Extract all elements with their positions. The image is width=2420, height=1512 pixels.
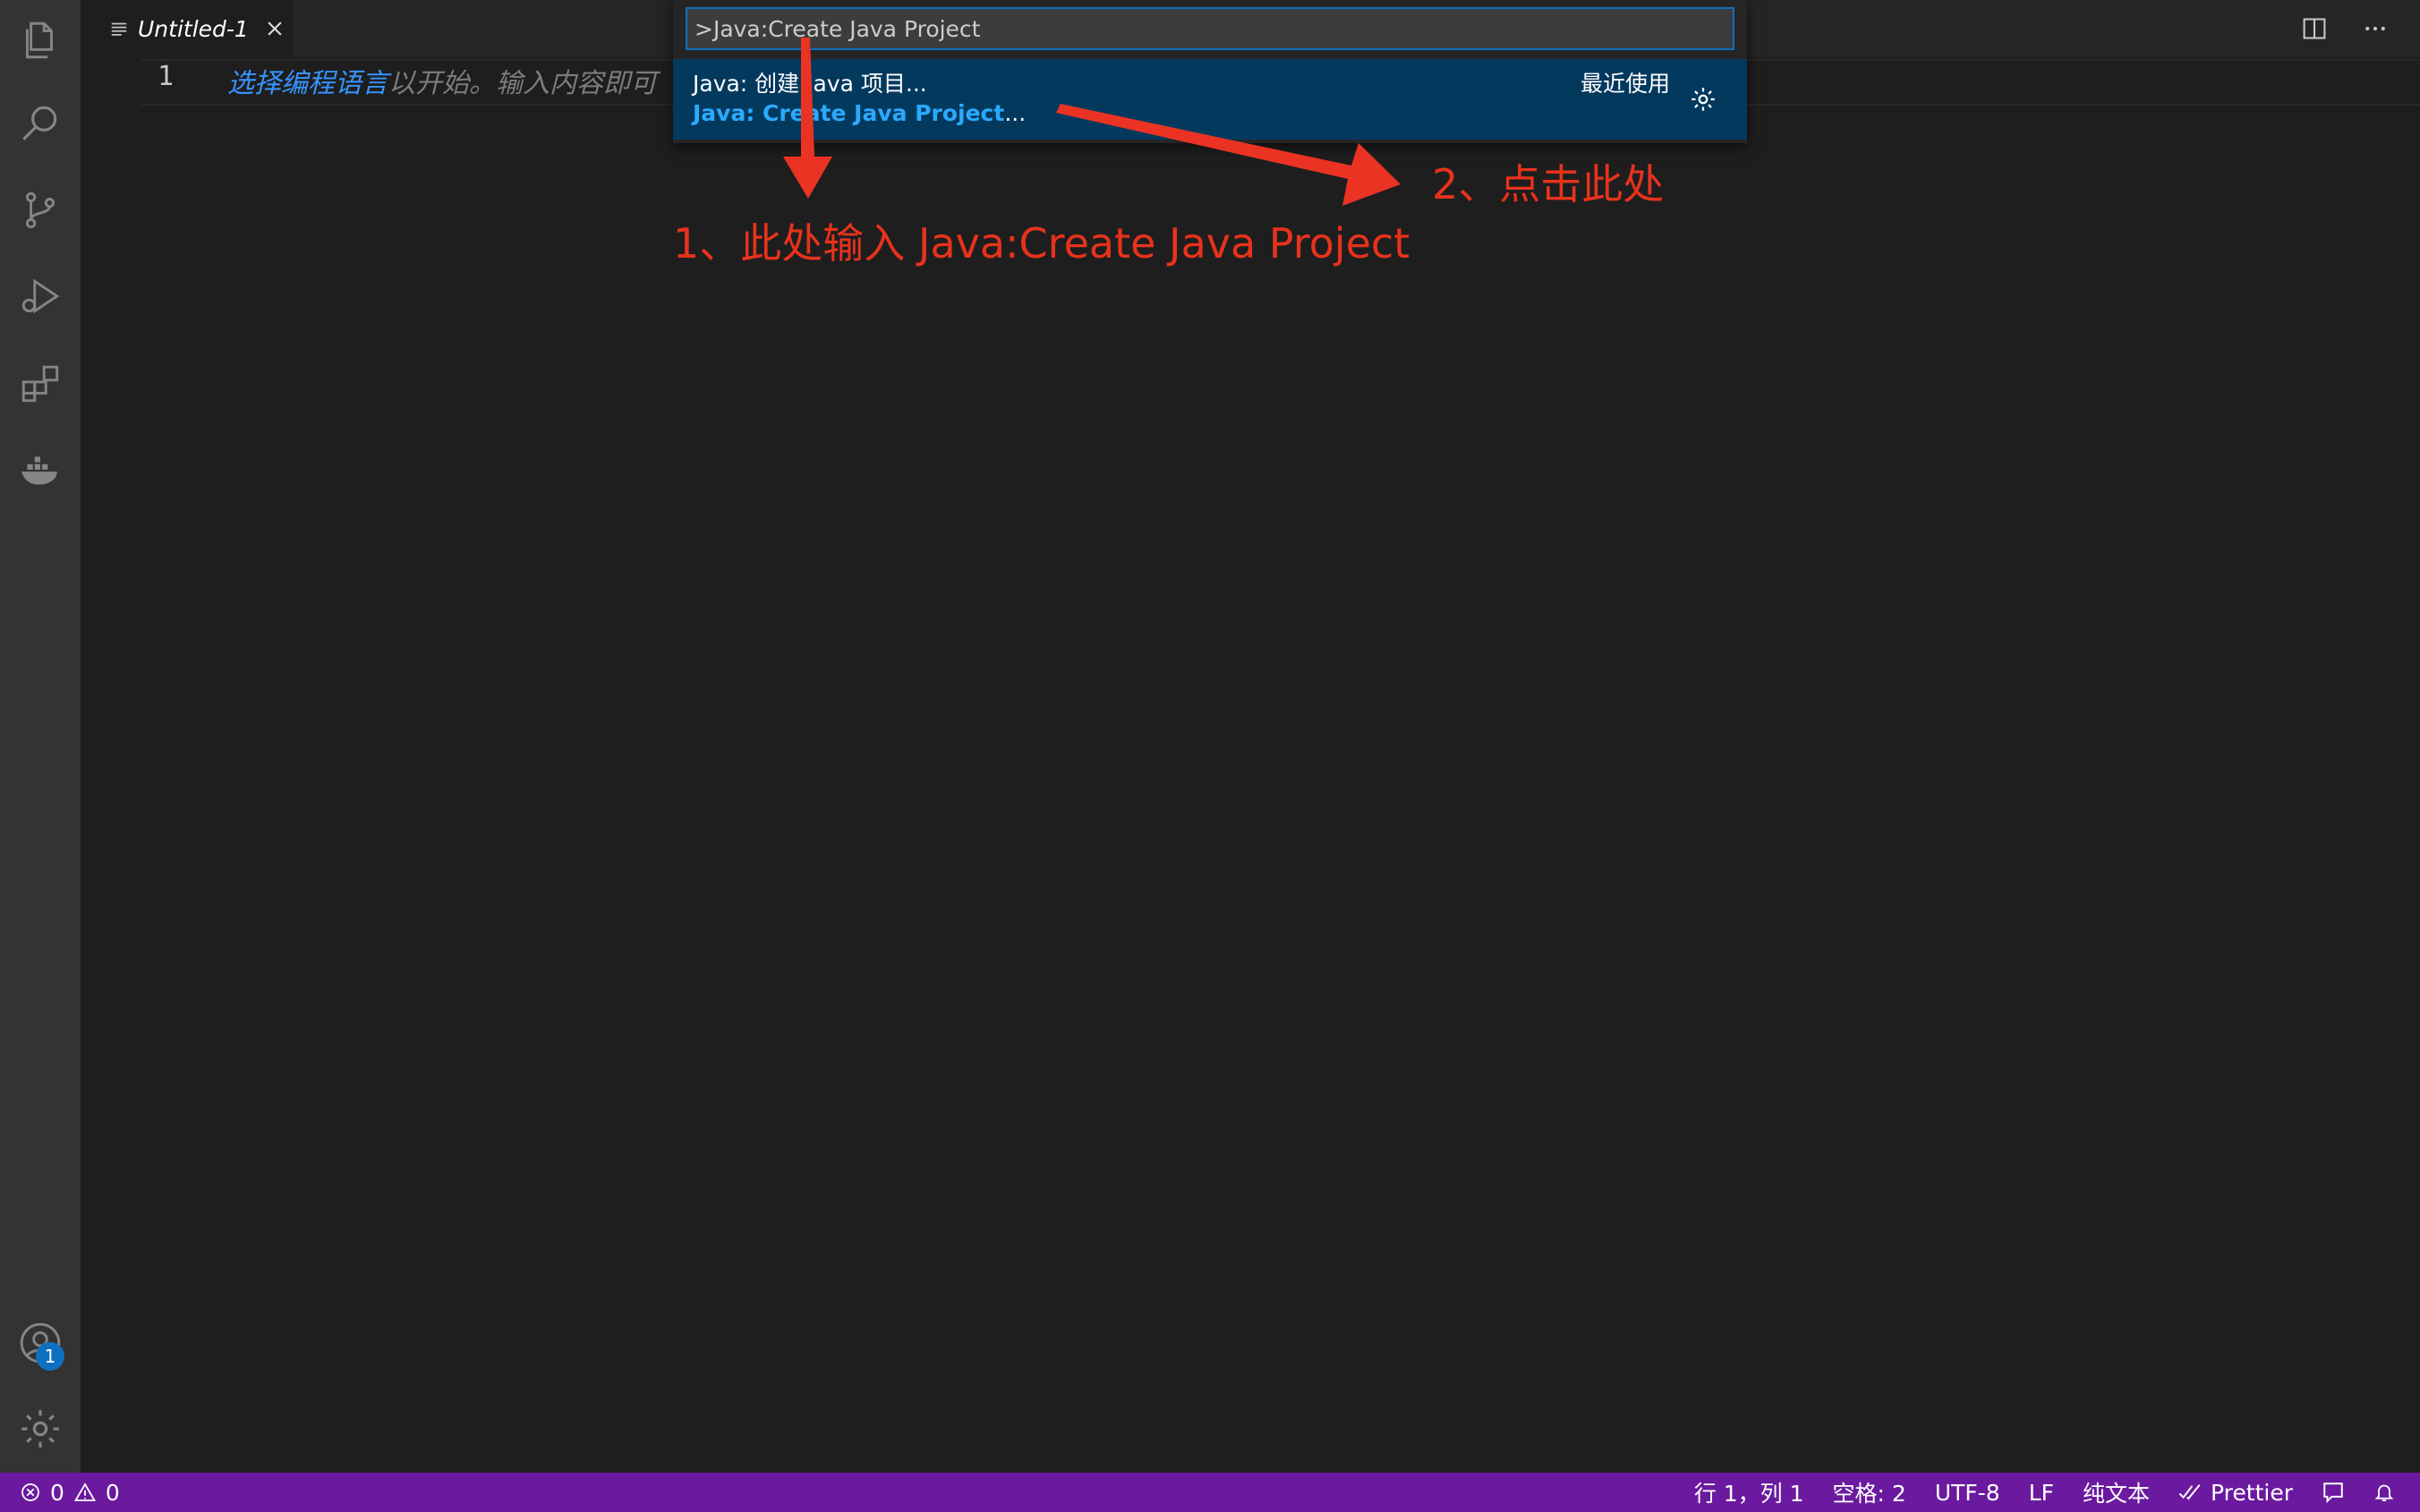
docker-button[interactable] xyxy=(0,429,81,510)
more-icon xyxy=(2365,26,2385,31)
search-icon xyxy=(22,106,57,140)
source-control-button[interactable] xyxy=(0,170,81,251)
notifications-button[interactable] xyxy=(2373,1481,2395,1504)
status-bar-right: 行 1，列 1 空格: 2 UTF-8 LF 纯文本 Prettier xyxy=(1694,1473,2395,1512)
tab-untitled-1[interactable]: Untitled-1 xyxy=(81,0,294,57)
encoding[interactable]: UTF-8 xyxy=(1935,1480,2000,1506)
run-debug-icon xyxy=(21,278,60,314)
annotation-step-2: 2、点击此处 xyxy=(1432,160,1665,208)
command-title: Java: 创建 Java 项目... xyxy=(693,71,927,97)
feedback-icon xyxy=(2323,1482,2343,1504)
close-icon[interactable] xyxy=(265,19,285,38)
more-actions-button[interactable] xyxy=(2357,11,2393,47)
source-control-icon xyxy=(25,191,55,229)
run-debug-button[interactable] xyxy=(0,256,81,336)
command-palette: >Java:Create Java Project Java: 创建 Java … xyxy=(673,0,1747,143)
search-button[interactable] xyxy=(0,82,81,163)
prettier-label: Prettier xyxy=(2211,1479,2293,1506)
warning-icon xyxy=(73,1482,96,1501)
docker-icon xyxy=(21,456,57,485)
error-count: 0 xyxy=(50,1479,64,1506)
gear-icon xyxy=(21,1410,59,1448)
text-file-icon xyxy=(111,22,127,36)
manage-button[interactable] xyxy=(0,1389,81,1469)
split-editor-icon xyxy=(2303,18,2326,39)
split-editor-button[interactable] xyxy=(2296,11,2332,47)
accounts-button[interactable] xyxy=(0,1303,81,1383)
gear-icon[interactable] xyxy=(1688,84,1718,115)
command-item-create-java-project[interactable]: Java: 创建 Java 项目... Java: Create Java Pr… xyxy=(673,59,1747,140)
hint-text: 以开始。输入内容即可 xyxy=(388,68,657,99)
tab-label: Untitled-1 xyxy=(138,15,249,42)
account-badge: 1 xyxy=(36,1342,64,1371)
annotation-step-1: 1、此处输入 Java:Create Java Project xyxy=(673,219,1410,268)
command-subtitle: Java: Create Java Project... xyxy=(693,100,1026,126)
command-subtitle-rest: ... xyxy=(1004,100,1027,126)
extensions-button[interactable] xyxy=(0,344,81,424)
language-mode[interactable]: 纯文本 xyxy=(2083,1476,2150,1508)
command-input[interactable]: >Java:Create Java Project xyxy=(686,7,1734,50)
prettier-status[interactable]: Prettier xyxy=(2178,1480,2293,1506)
editor-actions xyxy=(2296,11,2393,47)
command-match-highlight: Java: Create Java Project xyxy=(693,100,1005,126)
explorer-button[interactable] xyxy=(0,0,81,81)
files-icon xyxy=(25,21,53,59)
extensions-icon xyxy=(21,365,59,403)
error-icon xyxy=(21,1483,39,1501)
indentation[interactable]: 空格: 2 xyxy=(1833,1476,1906,1508)
editor-hint: 选择编程语言以开始。输入内容即可 xyxy=(227,61,657,100)
feedback-button[interactable] xyxy=(2322,1481,2345,1504)
double-check-icon xyxy=(2178,1483,2201,1500)
warning-count: 0 xyxy=(105,1479,120,1506)
select-language-link[interactable]: 选择编程语言 xyxy=(227,68,388,99)
bell-icon xyxy=(2374,1484,2394,1501)
recently-used-label: 最近使用 xyxy=(1580,71,1670,97)
problems-indicator[interactable]: 0 0 xyxy=(20,1473,120,1512)
end-of-line[interactable]: LF xyxy=(2029,1480,2054,1506)
status-bar: 0 0 行 1，列 1 空格: 2 UTF-8 LF 纯文本 Prettier xyxy=(0,1473,2420,1512)
cursor-position[interactable]: 行 1，列 1 xyxy=(1694,1476,1804,1508)
line-number: 1 xyxy=(158,61,175,92)
activity-bar: 1 xyxy=(0,0,81,1473)
